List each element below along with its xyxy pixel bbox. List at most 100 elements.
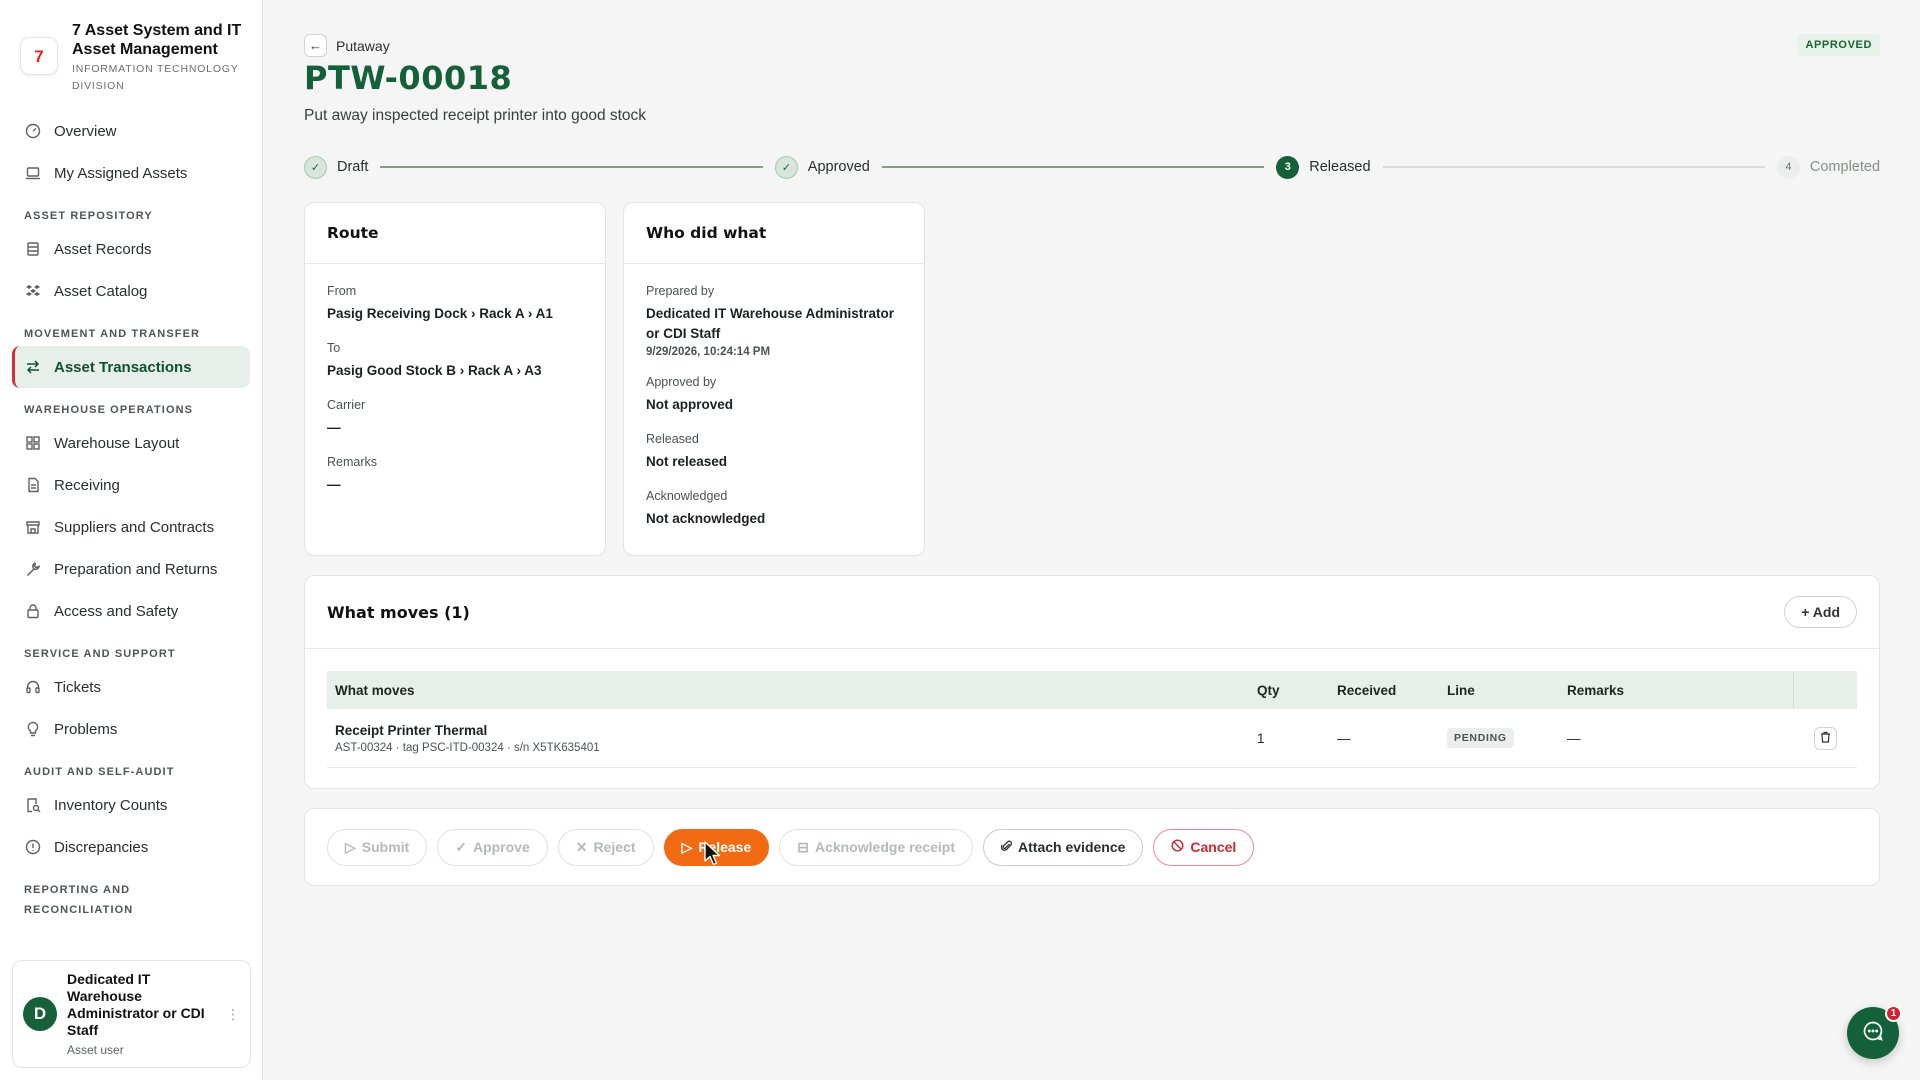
column-header-received: Received [1337,682,1397,698]
sidebar-item-suppliers-contracts[interactable]: Suppliers and Contracts [12,506,250,548]
button-label: Reject [593,839,636,855]
field-timestamp: 9/29/2026, 10:24:14 PM [646,346,771,358]
button-label: Approve [472,839,530,855]
submit-button[interactable]: ▷ Submit [327,828,428,866]
sidebar-item-asset-catalog[interactable]: Asset Catalog [12,270,250,312]
button-label: Release [698,839,752,855]
step-connector [380,166,763,168]
step-label: Draft [337,159,369,175]
sidebar-item-warehouse-layout[interactable]: Warehouse Layout [12,422,250,464]
sidebar-item-access-safety[interactable]: Access and Safety [12,590,250,632]
send-icon: ▷ [681,838,693,855]
arrow-left-icon: ← [309,38,322,53]
trash-icon [1820,731,1831,746]
brand-logo-text: 7 [34,46,44,66]
check-icon: ✓ [455,838,467,855]
sidebar-item-label: Discrepancies [54,838,149,856]
who-did-what-card: Who did what Prepared by Dedicated IT Wa… [623,202,925,556]
button-label: Cancel [1190,839,1237,855]
user-card[interactable]: D Dedicated IT Warehouse Administrator o… [12,960,251,1068]
wrench-icon [24,560,42,578]
kebab-menu-icon[interactable]: ⋮ [226,1006,240,1023]
back-button[interactable]: ← [304,34,327,57]
who-released: Released Not released [646,432,902,472]
sidebar-item-label: Asset Records [54,240,152,258]
sidebar-item-label: Problems [54,720,118,738]
item-meta: AST-00324 · tag PSC-ITD-00324 · s/n X5TK… [335,741,600,754]
sidebar-item-discrepancies[interactable]: Discrepancies [12,826,250,868]
release-button[interactable]: ▷ Release [663,828,770,866]
brand-title: 7 Asset System and IT Asset Management [72,22,242,58]
field-value: Not approved [646,397,734,412]
breadcrumb: ← Putaway [304,34,390,57]
item-remarks: — [1567,730,1581,746]
arrows-icon [24,358,42,376]
x-icon: ✕ [575,838,588,855]
approve-button[interactable]: ✓ Approve [437,828,548,866]
route-from: From Pasig Receiving Dock › Rack A › A1 [327,284,583,324]
sidebar-item-label: Overview [54,122,117,140]
sidebar: 7 7 Asset System and IT Asset Management… [0,0,263,1080]
button-label: Submit [361,839,410,855]
sidebar-item-asset-records[interactable]: Asset Records [12,228,250,270]
sidebar-item-label: My Assigned Assets [54,164,188,182]
item-received: — [1337,730,1351,746]
field-label: Prepared by [646,284,715,298]
item-qty: 1 [1257,730,1265,746]
lock-icon [24,602,42,620]
sidebar-item-tickets[interactable]: Tickets [12,666,250,708]
delete-line-button[interactable] [1813,726,1837,750]
cancel-button[interactable]: Cancel [1153,828,1255,866]
grid-icon [24,434,42,452]
field-value: Not acknowledged [646,511,766,526]
column-header-remarks: Remarks [1567,682,1625,698]
route-card-title: Route [305,203,605,264]
acknowledge-receipt-button[interactable]: ⊟ Acknowledge receipt [779,828,974,866]
sidebar-item-label: Warehouse Layout [54,434,180,452]
app-root: 7 7 Asset System and IT Asset Management… [0,0,1920,1080]
brand-logo[interactable]: 7 [20,37,58,75]
chat-button[interactable]: 1 [1847,1005,1902,1059]
laptop-icon [24,164,42,182]
paperclip-icon [1000,839,1013,855]
reject-button[interactable]: ✕ Reject [557,828,654,866]
gauge-icon [24,122,42,140]
route-card: Route From Pasig Receiving Dock › Rack A… [304,202,606,556]
sidebar-item-overview[interactable]: Overview [12,110,250,152]
sidebar-item-label: Asset Catalog [54,282,148,300]
add-line-button[interactable]: + Add [1784,596,1857,628]
who-card-title: Who did what [624,203,924,264]
step-connector [881,166,1265,168]
field-value: — [327,477,341,492]
main-content: ← Putaway APPROVED PTW-00018 Put away in… [263,0,1920,1080]
store-icon [24,518,42,536]
breadcrumb-label[interactable]: Putaway [336,38,390,54]
lightbulb-icon [24,720,42,738]
step-label: Released [1309,159,1371,175]
chat-bubble-icon [1862,1020,1884,1047]
column-header-line: Line [1447,682,1475,698]
check-icon: ✓ [774,155,798,179]
avatar: D [23,997,57,1031]
step-approved: ✓ Approved [774,155,870,179]
package-icon: ⊟ [797,838,809,855]
sidebar-fade [0,930,262,958]
sidebar-item-inventory-counts[interactable]: Inventory Counts [12,784,250,826]
notification-badge: 1 [1885,1005,1902,1022]
nav-section-audit: AUDIT AND SELF-AUDIT [24,766,175,778]
table-header: What moves Qty Received Line Remarks [327,671,1857,709]
sidebar-item-problems[interactable]: Problems [12,708,250,750]
button-label: Acknowledge receipt [814,839,956,855]
table-row: Receipt Printer Thermal AST-00324 · tag … [327,709,1857,768]
field-value: Pasig Good Stock B › Rack A › A3 [327,363,542,378]
sidebar-item-asset-transactions[interactable]: Asset Transactions [12,346,250,388]
step-completed: 4 Completed [1776,155,1881,179]
nav-section-service: SERVICE AND SUPPORT [24,648,176,660]
sidebar-item-my-assigned-assets[interactable]: My Assigned Assets [12,152,250,194]
attach-evidence-button[interactable]: Attach evidence [983,828,1144,866]
step-label: Completed [1809,159,1881,175]
what-moves-title: What moves (1) [327,602,470,622]
sidebar-item-receiving[interactable]: Receiving [12,464,250,506]
send-icon: ▷ [345,838,356,855]
sidebar-item-preparation-returns[interactable]: Preparation and Returns [12,548,250,590]
